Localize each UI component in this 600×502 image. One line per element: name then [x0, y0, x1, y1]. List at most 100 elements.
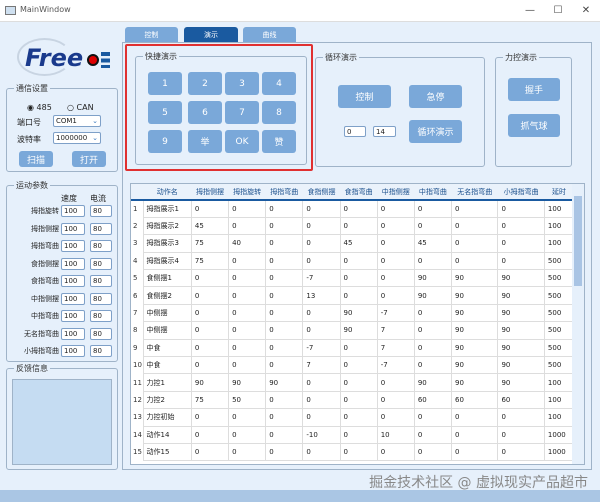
- loop-end-input[interactable]: 14: [373, 126, 396, 137]
- table-cell[interactable]: 0: [376, 234, 415, 253]
- table-cell[interactable]: 0: [450, 408, 499, 427]
- table-cell[interactable]: 0: [497, 234, 545, 253]
- column-header[interactable]: 拇指弯曲: [265, 184, 303, 201]
- radio-485[interactable]: ◉ 485: [27, 103, 52, 112]
- table-cell[interactable]: 90: [228, 373, 267, 392]
- table-cell[interactable]: 90: [413, 286, 453, 305]
- table-cell[interactable]: -7: [376, 303, 415, 323]
- table-cell[interactable]: 0: [497, 425, 545, 444]
- table-row[interactable]: 4 拇指展示4 75 0 0 0 0 0 0 0 0 500: [131, 251, 575, 271]
- table-cell[interactable]: 0: [228, 303, 267, 323]
- table-cell[interactable]: 0: [265, 390, 304, 410]
- current-input[interactable]: 80: [90, 222, 112, 235]
- key-button[interactable]: 5: [148, 101, 182, 124]
- table-cell[interactable]: 力控1: [142, 373, 192, 392]
- speed-input[interactable]: 100: [61, 327, 85, 340]
- table-cell[interactable]: 0: [376, 216, 415, 236]
- emergency-stop-button[interactable]: 急停: [409, 85, 462, 108]
- table-cell[interactable]: 拇指展示1: [142, 199, 192, 218]
- table-cell[interactable]: 0: [302, 303, 341, 323]
- table-cell[interactable]: 90: [497, 303, 545, 323]
- table-cell[interactable]: 90: [265, 373, 304, 392]
- table-cell[interactable]: 0: [339, 356, 378, 375]
- vertical-scrollbar[interactable]: [572, 184, 584, 464]
- table-row[interactable]: 13 力控初始 0 0 0 0 0 0 0 0 0 100: [131, 408, 575, 427]
- current-input[interactable]: 80: [90, 345, 112, 357]
- table-cell[interactable]: 0: [413, 321, 453, 340]
- table-cell[interactable]: 中食: [142, 356, 192, 375]
- table-cell[interactable]: 拇指展示3: [142, 234, 192, 253]
- speed-input[interactable]: 100: [61, 205, 85, 217]
- table-cell[interactable]: 0: [376, 390, 415, 410]
- table-cell[interactable]: 45: [339, 234, 378, 253]
- table-row[interactable]: 6 食侧摆2 0 0 0 13 0 0 90 90 90 500: [131, 286, 575, 305]
- table-cell[interactable]: 90: [497, 373, 545, 392]
- table-cell[interactable]: 90: [450, 286, 499, 305]
- table-cell[interactable]: 500: [543, 286, 575, 305]
- table-cell[interactable]: 0: [228, 425, 267, 444]
- table-cell[interactable]: 中侧摆: [142, 321, 192, 340]
- table-cell[interactable]: 0: [450, 442, 499, 462]
- table-cell[interactable]: 0: [190, 442, 230, 462]
- table-cell[interactable]: 0: [339, 269, 378, 288]
- table-cell[interactable]: 0: [228, 251, 267, 271]
- table-cell[interactable]: 0: [339, 408, 378, 427]
- close-button[interactable]: ✕: [576, 3, 596, 19]
- feedback-textarea[interactable]: [12, 379, 112, 465]
- table-cell[interactable]: 0: [190, 303, 230, 323]
- radio-can[interactable]: ○ CAN: [67, 103, 94, 112]
- table-row[interactable]: 11 力控1 90 90 90 0 0 0 90 90 90 100: [131, 373, 575, 392]
- table-cell[interactable]: 0: [413, 216, 453, 236]
- table-cell[interactable]: 0: [265, 199, 304, 218]
- table-cell[interactable]: 0: [376, 373, 415, 392]
- table-cell[interactable]: 0: [265, 321, 304, 340]
- table-cell[interactable]: 0: [265, 286, 304, 305]
- current-input[interactable]: 80: [90, 275, 112, 287]
- table-cell[interactable]: 1000: [543, 442, 575, 462]
- table-cell[interactable]: 0: [376, 199, 415, 218]
- table-cell[interactable]: 500: [543, 338, 575, 358]
- key-button[interactable]: OK: [225, 130, 259, 153]
- table-cell[interactable]: 100: [543, 390, 575, 410]
- table-cell[interactable]: 食侧摆1: [142, 269, 192, 288]
- table-row[interactable]: 10 中食 0 0 0 7 0 -7 0 90 90 500: [131, 356, 575, 375]
- table-cell[interactable]: 0: [265, 216, 304, 236]
- table-cell[interactable]: 0: [228, 216, 267, 236]
- table-cell[interactable]: 0: [265, 338, 304, 358]
- table-cell[interactable]: 0: [228, 321, 267, 340]
- table-cell[interactable]: 500: [543, 303, 575, 323]
- column-header[interactable]: 食指弯曲: [340, 184, 378, 201]
- table-cell[interactable]: 90: [339, 303, 378, 323]
- table-cell[interactable]: 0: [302, 321, 341, 340]
- tab-demo[interactable]: 演示: [184, 27, 238, 43]
- current-input[interactable]: 80: [90, 327, 112, 340]
- column-header[interactable]: 食指侧摆: [302, 184, 341, 201]
- current-input[interactable]: 80: [90, 205, 112, 217]
- key-button[interactable]: 9: [148, 130, 182, 153]
- table-cell[interactable]: 0: [265, 408, 304, 427]
- table-cell[interactable]: 0: [339, 338, 378, 358]
- table-cell[interactable]: 0: [376, 408, 415, 427]
- table-cell[interactable]: 0: [265, 269, 304, 288]
- column-header[interactable]: 拇指旋转: [228, 184, 266, 201]
- table-cell[interactable]: 60: [497, 390, 545, 410]
- current-input[interactable]: 80: [90, 292, 112, 305]
- table-cell[interactable]: 75: [190, 390, 230, 410]
- table-cell[interactable]: 0: [302, 216, 341, 236]
- table-cell[interactable]: 0: [228, 199, 267, 218]
- key-button[interactable]: 2: [188, 72, 222, 95]
- table-cell[interactable]: 0: [190, 408, 230, 427]
- key-button[interactable]: 3: [225, 72, 259, 95]
- table-row[interactable]: 7 中侧摆 0 0 0 0 90 -7 0 90 90 500: [131, 303, 575, 323]
- speed-input[interactable]: 100: [61, 240, 85, 252]
- table-cell[interactable]: 0: [190, 199, 230, 218]
- table-cell[interactable]: 50: [228, 390, 267, 410]
- tab-curve[interactable]: 曲线: [243, 27, 296, 43]
- table-cell[interactable]: 食侧摆2: [142, 286, 192, 305]
- table-cell[interactable]: 拇指展示4: [142, 251, 192, 271]
- table-cell[interactable]: 力控初始: [142, 408, 192, 427]
- table-cell[interactable]: 7: [376, 338, 415, 358]
- table-cell[interactable]: 7: [376, 321, 415, 340]
- table-cell[interactable]: 0: [339, 442, 378, 462]
- table-cell[interactable]: 0: [228, 356, 267, 375]
